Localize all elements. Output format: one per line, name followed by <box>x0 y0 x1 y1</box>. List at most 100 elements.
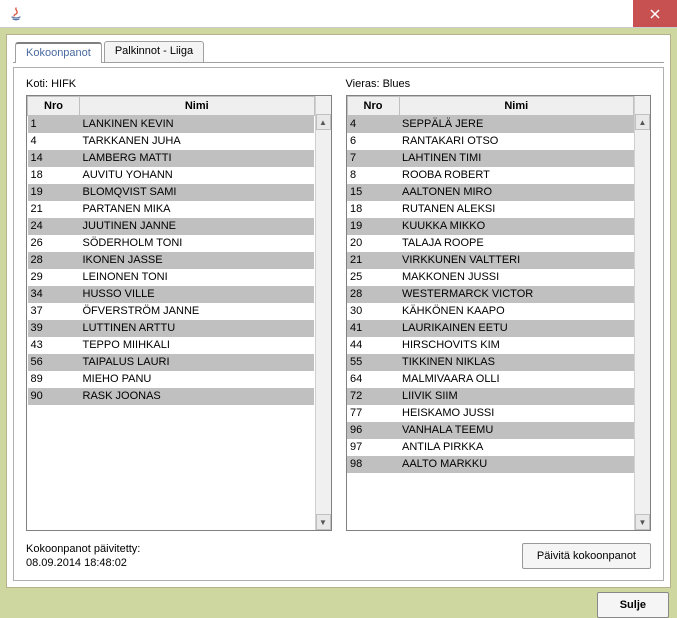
scroll-down-icon[interactable]: ▼ <box>316 514 331 530</box>
table-row[interactable]: 24JUUTINEN JANNE <box>28 218 315 235</box>
cell-nro: 55 <box>347 354 399 371</box>
cell-nro: 24 <box>28 218 80 235</box>
main-panel: Kokoonpanot Palkinnot - Liiga Koti: HIFK… <box>6 34 671 588</box>
table-row[interactable]: 18AUVITU YOHANN <box>28 167 315 184</box>
cell-nro: 28 <box>28 252 80 269</box>
table-row[interactable]: 43TEPPO MIIHKALI <box>28 337 315 354</box>
cell-nimi: LANKINEN KEVIN <box>80 116 315 134</box>
table-row[interactable]: 96VANHALA TEEMU <box>347 422 634 439</box>
table-row[interactable]: 34HUSSO VILLE <box>28 286 315 303</box>
table-row[interactable]: 28WESTERMARCK VICTOR <box>347 286 634 303</box>
table-row[interactable]: 29LEINONEN TONI <box>28 269 315 286</box>
cell-nimi: IKONEN JASSE <box>80 252 315 269</box>
away-team-label: Vieras: Blues <box>346 78 652 90</box>
scroll-up-icon[interactable]: ▲ <box>316 114 331 130</box>
table-row[interactable]: 37ÖFVERSTRÖM JANNE <box>28 303 315 320</box>
cell-nimi: LAMBERG MATTI <box>80 150 315 167</box>
table-row[interactable]: 4TARKKANEN JUHA <box>28 133 315 150</box>
table-row[interactable]: 7LAHTINEN TIMI <box>347 150 634 167</box>
cell-nro: 18 <box>28 167 80 184</box>
window-close-button[interactable] <box>633 0 677 27</box>
cell-nro: 97 <box>347 439 399 456</box>
cell-nimi: AALTONEN MIRO <box>399 184 634 201</box>
table-row[interactable]: 98AALTO MARKKU <box>347 456 634 473</box>
cell-nimi: WESTERMARCK VICTOR <box>399 286 634 303</box>
table-row[interactable]: 4SEPPÄLÄ JERE <box>347 116 634 134</box>
cell-nimi: RUTANEN ALEKSI <box>399 201 634 218</box>
tab-content-kokoonpanot: Koti: HIFK Nro Nimi 1LANKINEN KEV <box>13 67 664 581</box>
table-row[interactable]: 77HEISKAMO JUSSI <box>347 405 634 422</box>
table-row[interactable]: 28IKONEN JASSE <box>28 252 315 269</box>
table-row[interactable]: 19BLOMQVIST SAMI <box>28 184 315 201</box>
table-row[interactable]: 25MAKKONEN JUSSI <box>347 269 634 286</box>
table-row[interactable]: 1LANKINEN KEVIN <box>28 116 315 134</box>
cell-nimi: KÄHKÖNEN KAAPO <box>399 303 634 320</box>
cell-nimi: RASK JOONAS <box>80 388 315 405</box>
table-row[interactable]: 97ANTILA PIRKKA <box>347 439 634 456</box>
cell-nro: 98 <box>347 456 399 473</box>
tab-kokoonpanot[interactable]: Kokoonpanot <box>15 42 102 63</box>
table-row[interactable]: 55TIKKINEN NIKLAS <box>347 354 634 371</box>
cell-nro: 56 <box>28 354 80 371</box>
cell-nro: 90 <box>28 388 80 405</box>
home-scrollbar[interactable]: ▲ ▼ <box>315 96 331 530</box>
cell-nimi: TAIPALUS LAURI <box>80 354 315 371</box>
cell-nro: 21 <box>28 201 80 218</box>
table-row[interactable]: 44HIRSCHOVITS KIM <box>347 337 634 354</box>
cell-nro: 7 <box>347 150 399 167</box>
table-row[interactable]: 6RANTAKARI OTSO <box>347 133 634 150</box>
cell-nimi: BLOMQVIST SAMI <box>80 184 315 201</box>
away-scrollbar[interactable]: ▲ ▼ <box>634 96 650 530</box>
table-row[interactable]: 72LIIVIK SIIM <box>347 388 634 405</box>
away-header-nimi[interactable]: Nimi <box>399 97 634 116</box>
home-header-nimi[interactable]: Nimi <box>80 97 315 116</box>
table-row[interactable]: 21VIRKKUNEN VALTTERI <box>347 252 634 269</box>
cell-nimi: TEPPO MIIHKALI <box>80 337 315 354</box>
cell-nimi: JUUTINEN JANNE <box>80 218 315 235</box>
cell-nro: 44 <box>347 337 399 354</box>
table-row[interactable]: 39LUTTINEN ARTTU <box>28 320 315 337</box>
window-titlebar <box>0 0 677 28</box>
table-row[interactable]: 19KUUKKA MIKKO <box>347 218 634 235</box>
table-row[interactable]: 64MALMIVAARA OLLI <box>347 371 634 388</box>
table-row[interactable]: 20TALAJA ROOPE <box>347 235 634 252</box>
table-row[interactable]: 89MIEHO PANU <box>28 371 315 388</box>
cell-nro: 30 <box>347 303 399 320</box>
table-row[interactable]: 21PARTANEN MIKA <box>28 201 315 218</box>
home-table-wrap: Nro Nimi 1LANKINEN KEVIN4TARKKANEN JUHA1… <box>26 95 332 531</box>
table-row[interactable]: 56TAIPALUS LAURI <box>28 354 315 371</box>
cell-nro: 96 <box>347 422 399 439</box>
close-button[interactable]: Sulje <box>597 592 669 618</box>
table-row[interactable]: 30KÄHKÖNEN KAAPO <box>347 303 634 320</box>
updated-label: Kokoonpanot päivitetty: <box>26 542 140 556</box>
cell-nro: 14 <box>28 150 80 167</box>
update-rosters-button[interactable]: Päivitä kokoonpanot <box>522 543 651 569</box>
home-team-label: Koti: HIFK <box>26 78 332 90</box>
table-row[interactable]: 15AALTONEN MIRO <box>347 184 634 201</box>
cell-nimi: LIIVIK SIIM <box>399 388 634 405</box>
tab-palkinnot-liiga[interactable]: Palkinnot - Liiga <box>104 41 204 62</box>
updated-timestamp: 08.09.2014 18:48:02 <box>26 556 140 570</box>
cell-nro: 19 <box>347 218 399 235</box>
cell-nro: 43 <box>28 337 80 354</box>
away-column: Vieras: Blues Nro Nimi 4SEPPÄLÄ J <box>346 78 652 531</box>
cell-nro: 41 <box>347 320 399 337</box>
table-row[interactable]: 14LAMBERG MATTI <box>28 150 315 167</box>
table-row[interactable]: 26SÖDERHOLM TONI <box>28 235 315 252</box>
cell-nro: 28 <box>347 286 399 303</box>
cell-nimi: ROOBA ROBERT <box>399 167 634 184</box>
away-header-nro[interactable]: Nro <box>347 97 399 116</box>
cell-nimi: HUSSO VILLE <box>80 286 315 303</box>
table-row[interactable]: 90RASK JOONAS <box>28 388 315 405</box>
scroll-down-icon[interactable]: ▼ <box>635 514 650 530</box>
table-row[interactable]: 41LAURIKAINEN EETU <box>347 320 634 337</box>
cell-nimi: TIKKINEN NIKLAS <box>399 354 634 371</box>
home-header-nro[interactable]: Nro <box>28 97 80 116</box>
scroll-up-icon[interactable]: ▲ <box>635 114 650 130</box>
cell-nro: 18 <box>347 201 399 218</box>
table-row[interactable]: 18RUTANEN ALEKSI <box>347 201 634 218</box>
table-row[interactable]: 8ROOBA ROBERT <box>347 167 634 184</box>
cell-nro: 72 <box>347 388 399 405</box>
cell-nro: 26 <box>28 235 80 252</box>
cell-nro: 21 <box>347 252 399 269</box>
